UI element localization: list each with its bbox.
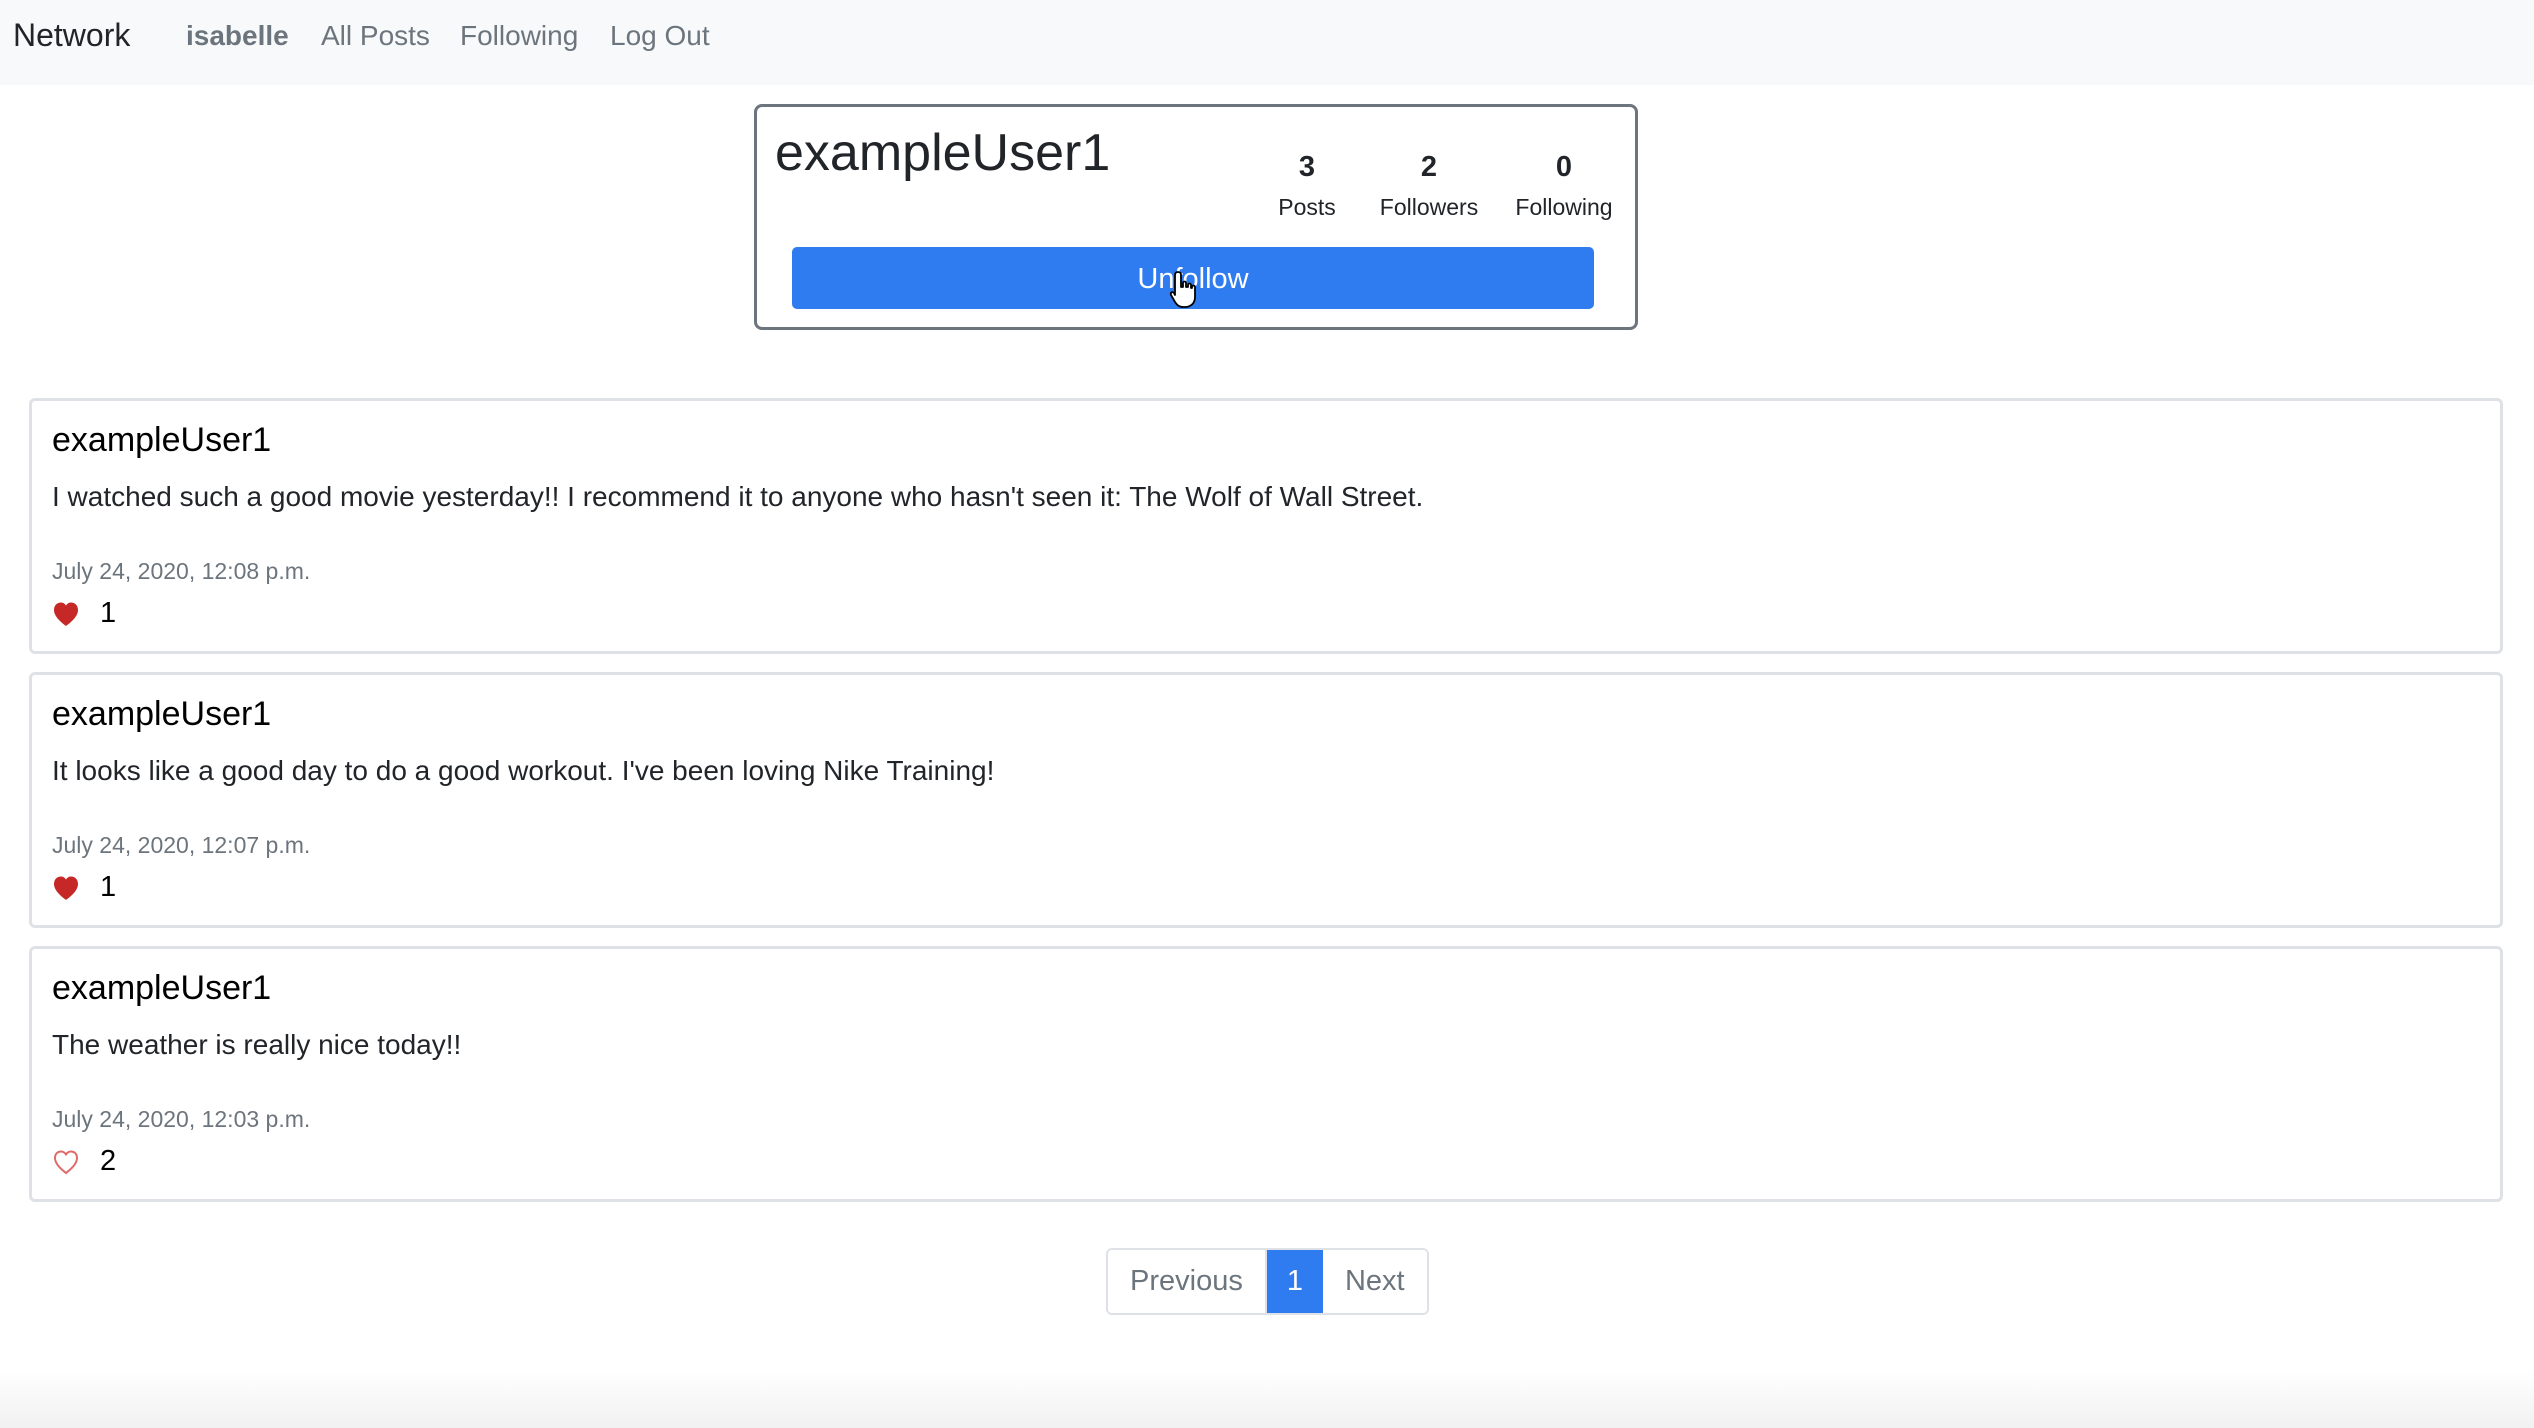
- stat-followers: 2 Followers: [1357, 147, 1501, 227]
- like-count: 1: [100, 597, 117, 629]
- nav-current-user[interactable]: isabelle: [186, 20, 289, 52]
- stat-following-count: 0: [1555, 151, 1573, 183]
- stat-following: 0 Following: [1501, 147, 1627, 227]
- nav-following[interactable]: Following: [460, 20, 578, 52]
- stat-posts: 3 Posts: [1267, 147, 1347, 227]
- heart-outline-icon[interactable]: [52, 1149, 80, 1175]
- stat-followers-label: Followers: [1379, 194, 1479, 220]
- like-count: 1: [100, 871, 117, 903]
- post-timestamp: July 24, 2020, 12:07 p.m.: [52, 832, 311, 858]
- post-card: exampleUser1 It looks like a good day to…: [29, 672, 2503, 928]
- stat-followers-count: 2: [1420, 151, 1438, 183]
- pagination: Previous 1 Next: [1106, 1248, 1429, 1315]
- nav-log-out[interactable]: Log Out: [610, 20, 710, 52]
- post-content: It looks like a good day to do a good wo…: [52, 755, 995, 786]
- post-card: exampleUser1 I watched such a good movie…: [29, 398, 2503, 654]
- stat-following-label: Following: [1515, 194, 1613, 220]
- nav-all-posts[interactable]: All Posts: [321, 20, 430, 52]
- hand-pointer-cursor-icon: [1169, 271, 1196, 308]
- profile-username: exampleUser1: [775, 124, 1111, 182]
- post-timestamp: July 24, 2020, 12:03 p.m.: [52, 1106, 311, 1132]
- pagination-next[interactable]: Next: [1322, 1250, 1427, 1313]
- like-count: 2: [100, 1145, 117, 1177]
- pagination-previous[interactable]: Previous: [1108, 1250, 1267, 1313]
- post-card: exampleUser1 The weather is really nice …: [29, 946, 2503, 1202]
- stat-posts-label: Posts: [1278, 194, 1336, 220]
- brand-logo[interactable]: Network: [13, 17, 130, 54]
- post-content: The weather is really nice today!!: [52, 1029, 462, 1060]
- page-footer-shade: [0, 1370, 2534, 1428]
- post-content: I watched such a good movie yesterday!! …: [52, 481, 1424, 512]
- post-author[interactable]: exampleUser1: [52, 695, 271, 734]
- stat-posts-count: 3: [1298, 151, 1316, 183]
- post-author[interactable]: exampleUser1: [52, 969, 271, 1008]
- navbar: Network isabelle All Posts Following Log…: [0, 0, 2534, 85]
- heart-filled-icon[interactable]: [52, 875, 80, 901]
- heart-filled-icon[interactable]: [52, 601, 80, 627]
- post-author[interactable]: exampleUser1: [52, 421, 271, 460]
- post-timestamp: July 24, 2020, 12:08 p.m.: [52, 558, 311, 584]
- pagination-page-1[interactable]: 1: [1266, 1250, 1323, 1313]
